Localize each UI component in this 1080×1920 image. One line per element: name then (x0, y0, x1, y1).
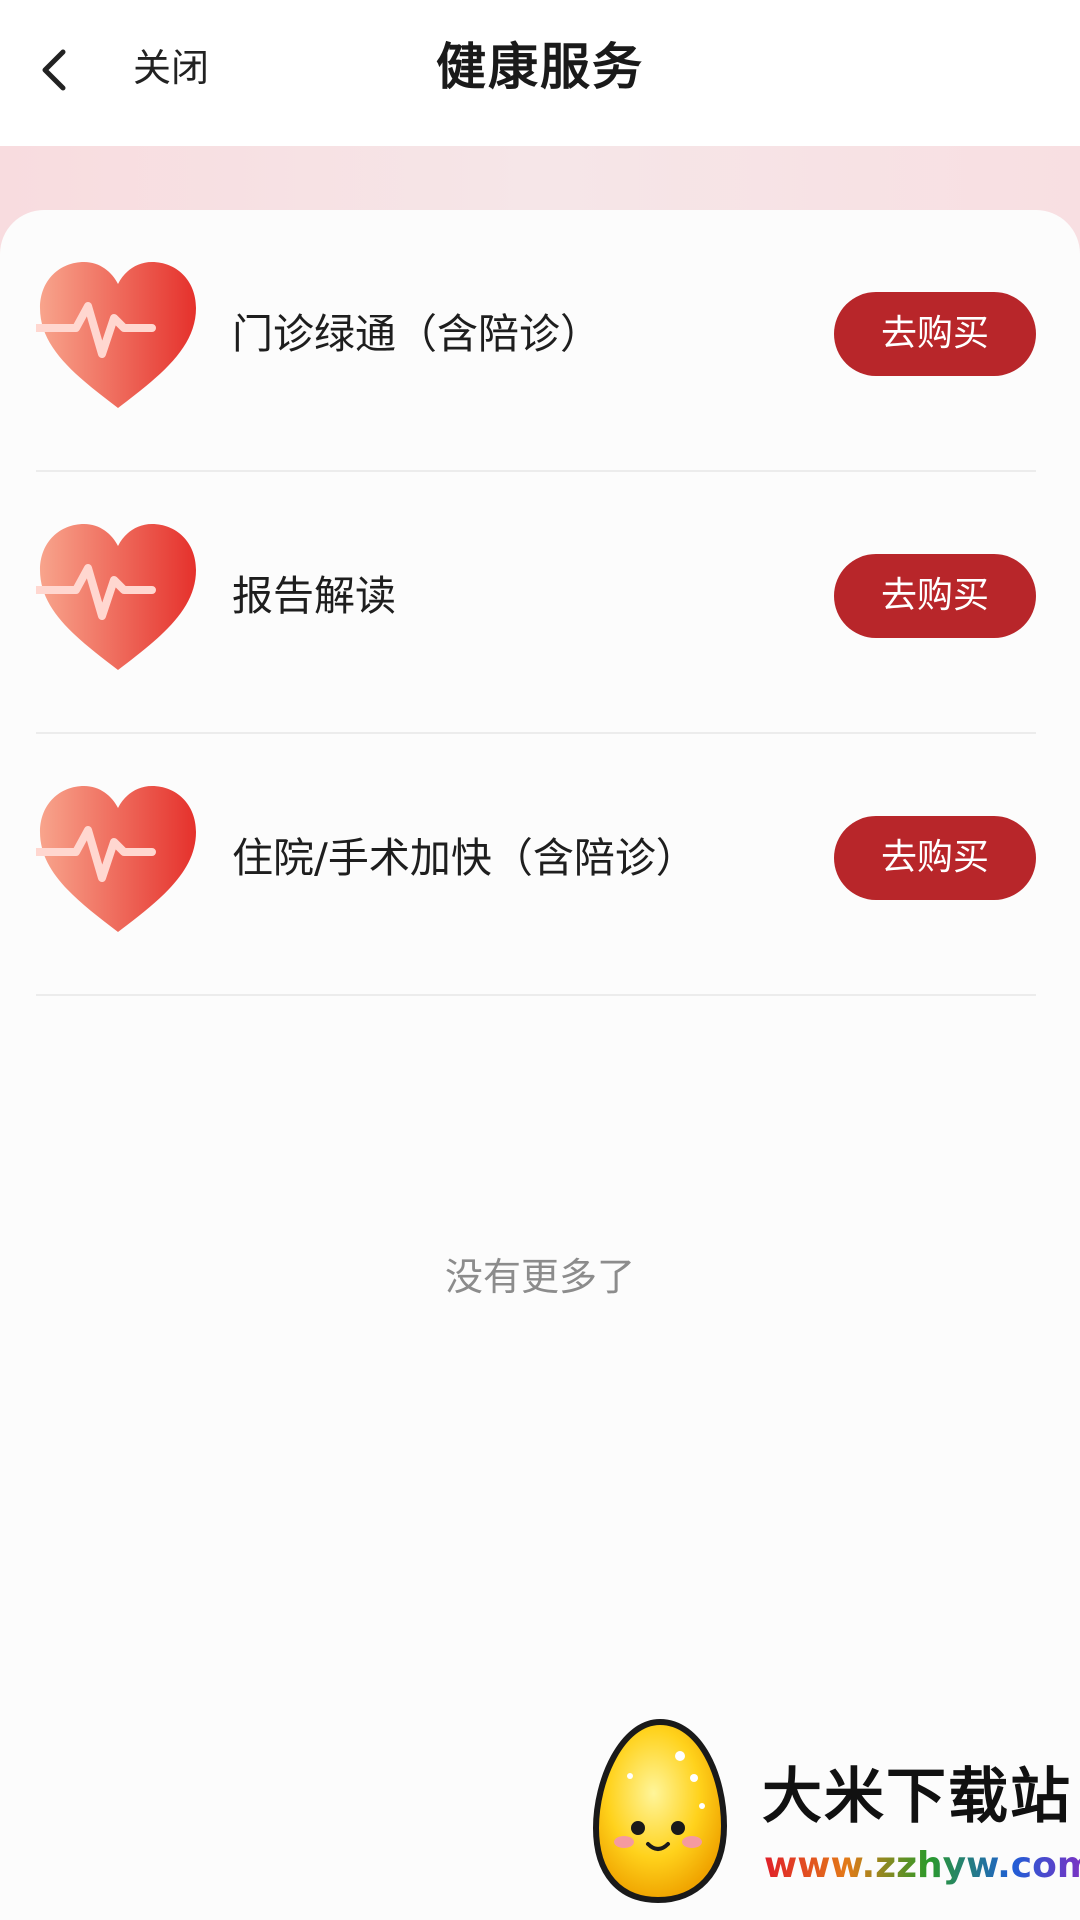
buy-button[interactable]: 去购买 (834, 554, 1036, 638)
heart-pulse-icon (36, 524, 196, 670)
end-of-list-text: 没有更多了 (444, 1255, 635, 1299)
mascot-logo-icon (592, 1718, 728, 1904)
heart-pulse-icon (36, 786, 196, 932)
buy-button[interactable]: 去购买 (834, 292, 1036, 376)
service-row: 报告解读 去购买 (36, 472, 1036, 734)
watermark-url: www.zzhyw.com (764, 1844, 1080, 1888)
page-title: 健康服务 (436, 38, 644, 96)
watermark-title: 大米下载站 (762, 1762, 1072, 1832)
heart-pulse-icon (36, 262, 196, 408)
service-name: 门诊绿通（含陪诊） (232, 310, 601, 358)
service-name: 住院/手术加快（含陪诊） (232, 834, 697, 882)
top-bar: 关闭 健康服务 (0, 0, 1080, 146)
service-row: 门诊绿通（含陪诊） 去购买 (36, 210, 1036, 472)
service-name: 报告解读 (232, 572, 396, 620)
service-row: 住院/手术加快（含陪诊） 去购买 (36, 734, 1036, 996)
buy-button[interactable]: 去购买 (834, 816, 1036, 900)
watermark: 大米下载站 www.zzhyw.com (590, 1716, 1080, 1906)
service-list-card: 门诊绿通（含陪诊） 去购买 报告解读 去购买 住院/手术加快（含陪诊） 去购买 … (0, 210, 1080, 1920)
